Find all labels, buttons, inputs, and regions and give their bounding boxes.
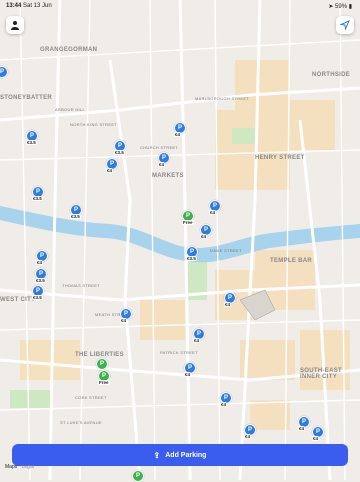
status-time: 13:44 [6,3,22,9]
add-parking-button[interactable]: ⇪ Add Parking [12,444,348,466]
area-label-henry-street: HENRY STREET [255,155,305,161]
area-label-grangegorman: GRANGEGORMAN [40,47,98,53]
parking-price-label: €4 [36,260,44,265]
street-label: MARLBOROUGH STREET [195,96,250,101]
parking-price-label: €4 [120,318,128,323]
street-label: NORTH KING STREET [70,122,118,127]
parking-price-label: €3.5 [26,140,37,145]
parking-price-label: €4 [200,234,208,239]
area-label-south-east-inner-city: SOUTH-EAST INNER CITY [300,368,342,380]
free-parking-pin[interactable]: P [132,470,144,482]
parking-price-label: €4 [298,426,306,431]
free-parking-pin[interactable]: P [96,358,108,370]
parking-price-label: €3.5 [32,295,43,300]
maps-credit: Maps [5,464,18,470]
profile-button[interactable] [6,16,24,34]
parking-price-label: €4 [106,168,114,173]
parking-price-label: €3.5 [186,256,197,261]
parking-price-label: €3.5 [35,278,46,283]
parking-price-label: €4 [158,162,166,167]
street-label: DAME STREET [210,248,242,253]
area-label-northside: NORTHSIDE [312,72,351,78]
area-label-stoneybatter: STONEYBATTER [0,95,53,101]
map-view[interactable] [0,0,360,480]
parking-price-label: €4 [174,132,182,137]
street-label: ST LUKE'S AVENUE [60,420,102,425]
status-date: Sat 13 Jun [23,3,52,9]
parking-price-label: €4 [220,402,228,407]
locate-button[interactable] [336,16,354,34]
location-arrow-icon [340,20,350,30]
parking-price-label: €3.5 [70,214,81,219]
parking-price-label: €4 [184,372,192,377]
parking-price-label: €4 [312,436,320,441]
parking-price-label: €3.5 [114,150,125,155]
parking-price-label: €4 [244,434,252,439]
status-right: ➤ 59% ▮ [328,4,352,10]
add-parking-label: Add Parking [165,451,207,459]
area-label-markets: MARKETS [152,173,184,179]
parking-price-label: Free [182,220,194,225]
street-label: ARBOUR HILL [55,107,85,112]
street-label: CORK STREET [75,395,107,400]
area-label-temple-bar: TEMPLE BAR [270,258,312,264]
street-label: THOMAS STREET [62,283,100,288]
parking-price-label: €4 [209,210,217,215]
parking-price-label: €4 [224,302,232,307]
area-label-west-city: WEST CITY [0,297,36,303]
status-bar: 13:44 Sat 13 Jun ➤ 59% ▮ [0,0,360,12]
street-label: PATRICK STREET [160,350,198,355]
area-label-the-liberties: THE LIBERTIES [75,352,124,358]
person-icon [11,21,19,30]
upload-icon: ⇪ [153,450,161,460]
parking-price-label: €3.5 [32,196,43,201]
parking-price-label: Free [98,380,110,385]
maps-attribution: Maps Legal [5,464,34,470]
legal-link[interactable]: Legal [22,464,34,470]
parking-price-label: €4 [193,338,201,343]
street-label: CHURCH STREET [140,145,179,150]
